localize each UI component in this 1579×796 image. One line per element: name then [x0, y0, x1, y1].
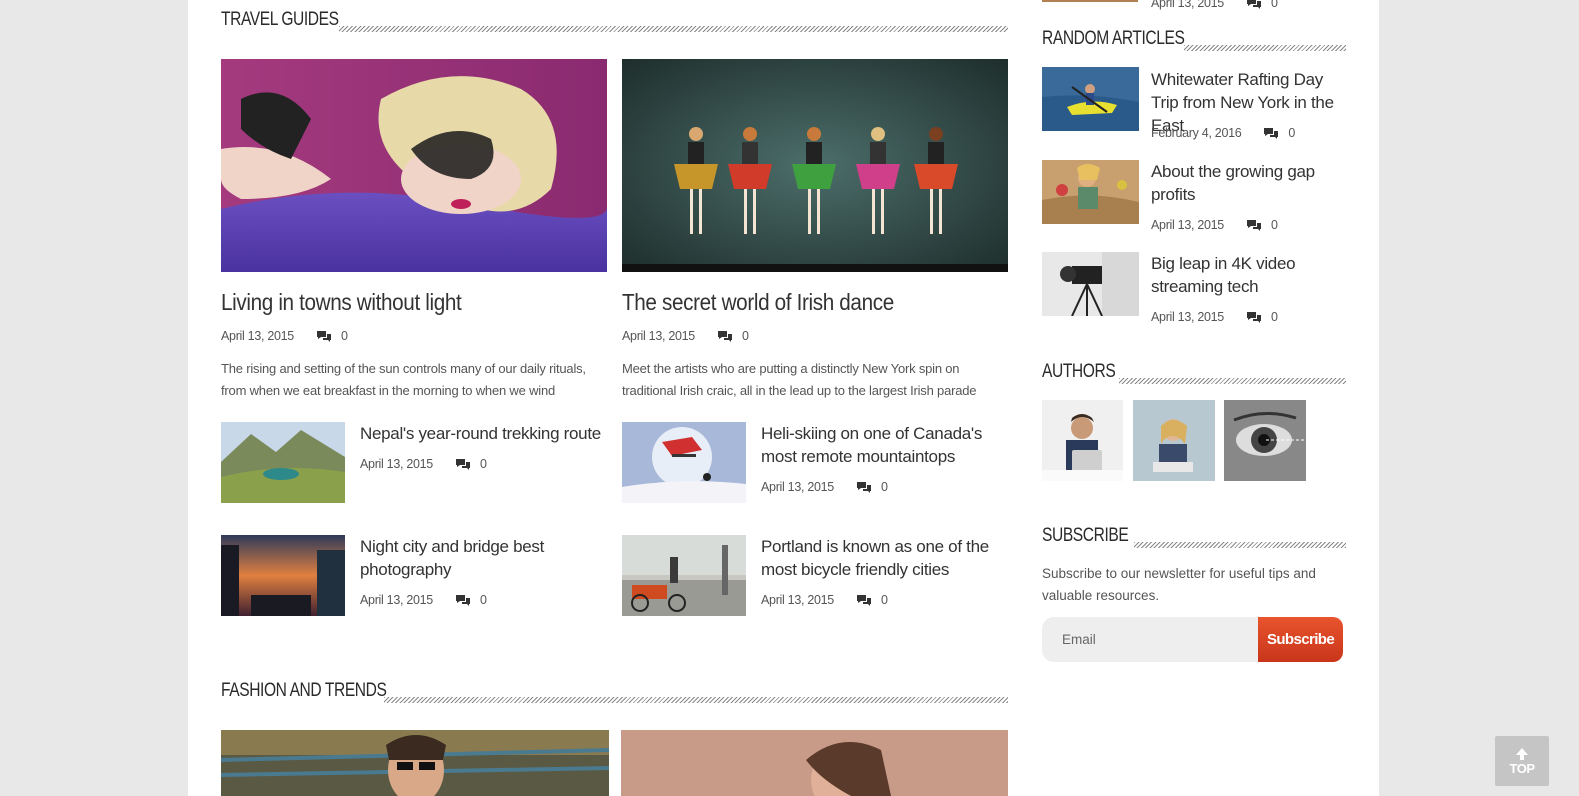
top-partial-meta: April 13, 2015 0 — [1151, 0, 1278, 10]
comments-icon — [1246, 220, 1261, 231]
featured-excerpt: Meet the artists who are putting a disti… — [622, 358, 1022, 402]
back-to-top-button[interactable]: TOP — [1495, 736, 1549, 786]
post-date: April 13, 2015 — [761, 480, 834, 494]
author-avatar[interactable] — [1042, 400, 1123, 481]
thumb-portland-bicycle[interactable] — [622, 535, 746, 616]
comment-count[interactable]: 0 — [341, 329, 348, 343]
featured-image-masked-woman[interactable] — [221, 59, 607, 272]
post-date: April 13, 2015 — [221, 329, 294, 343]
subscribe-button[interactable]: Subscribe — [1258, 617, 1343, 662]
comments-icon — [856, 595, 871, 606]
thumb-nepal-trek[interactable] — [221, 422, 345, 503]
featured-title[interactable]: Living in towns without light — [221, 289, 462, 316]
heading-divider — [1134, 542, 1346, 548]
featured-meta: April 13, 2015 0 — [622, 329, 749, 343]
comments-icon — [856, 482, 871, 493]
post-date: April 13, 2015 — [360, 457, 433, 471]
section-heading-subscribe: SUBSCRIBE — [1042, 521, 1346, 551]
comments-icon — [1246, 0, 1261, 9]
section-title: TRAVEL GUIDES — [221, 9, 339, 30]
comment-count[interactable]: 0 — [742, 329, 749, 343]
comment-count[interactable]: 0 — [881, 480, 888, 494]
author-avatar[interactable] — [1133, 400, 1215, 481]
top-partial-thumb[interactable] — [1042, 0, 1138, 2]
arrow-up-icon — [1516, 747, 1528, 760]
author-avatar[interactable] — [1224, 400, 1306, 481]
heading-divider — [1119, 378, 1346, 384]
thumb-heli-skiing[interactable] — [622, 422, 746, 503]
excerpt-line: from when we eat breakfast in the mornin… — [221, 383, 556, 398]
post-date: February 4, 2016 — [1151, 126, 1242, 140]
random-article-meta: April 13, 2015 0 — [1151, 218, 1278, 232]
heading-divider — [339, 26, 1008, 32]
post-meta: April 13, 2015 0 — [360, 457, 487, 471]
post-date: April 13, 2015 — [360, 593, 433, 607]
comment-count[interactable]: 0 — [1271, 218, 1278, 232]
comment-count[interactable]: 0 — [480, 457, 487, 471]
post-meta: April 13, 2015 0 — [360, 593, 487, 607]
post-meta: April 13, 2015 0 — [761, 593, 888, 607]
comment-count[interactable]: 0 — [1288, 126, 1295, 140]
thumb-4k-camera[interactable] — [1042, 252, 1139, 316]
post-date: April 13, 2015 — [1151, 218, 1224, 232]
comment-count[interactable]: 0 — [1271, 310, 1278, 324]
comment-count[interactable]: 0 — [881, 593, 888, 607]
comments-icon — [717, 331, 732, 342]
post-meta: April 13, 2015 0 — [761, 480, 888, 494]
section-heading-authors: AUTHORS — [1042, 357, 1346, 387]
back-to-top-label: TOP — [1509, 760, 1536, 776]
post-title[interactable]: Portland is known as one of the most bic… — [761, 535, 1006, 581]
post-date: April 13, 2015 — [1151, 0, 1224, 10]
section-title: FASHION AND TRENDS — [221, 680, 387, 701]
random-article-title[interactable]: About the growing gap profits — [1151, 160, 1351, 206]
random-article-title[interactable]: Big leap in 4K video streaming tech — [1151, 252, 1351, 298]
heading-divider — [384, 697, 1008, 703]
comment-count[interactable]: 0 — [480, 593, 487, 607]
heading-divider — [1184, 45, 1346, 51]
section-title: SUBSCRIBE — [1042, 525, 1129, 546]
random-article-meta: April 13, 2015 0 — [1151, 310, 1278, 324]
section-heading-travel-guides: TRAVEL GUIDES — [221, 5, 1008, 35]
content-page: April 13, 2015 0 TRAVEL GUIDES Living in… — [188, 0, 1379, 796]
comments-icon — [1246, 312, 1261, 323]
post-title[interactable]: Heli-skiing on one of Canada's most remo… — [761, 422, 1016, 468]
random-article-meta: February 4, 2016 0 — [1151, 126, 1295, 140]
excerpt-line: Meet the artists who are putting a disti… — [622, 361, 960, 376]
post-title[interactable]: Nepal's year-round trekking route — [360, 422, 610, 445]
comments-icon — [1264, 128, 1279, 139]
section-title: RANDOM ARTICLES — [1042, 28, 1185, 49]
post-date: April 13, 2015 — [622, 329, 695, 343]
featured-title[interactable]: The secret world of Irish dance — [622, 289, 894, 316]
section-title: AUTHORS — [1042, 361, 1116, 382]
featured-excerpt: The rising and setting of the sun contro… — [221, 358, 621, 402]
excerpt-line: The rising and setting of the sun contro… — [221, 361, 586, 376]
thumb-rafting[interactable] — [1042, 67, 1139, 131]
thumb-growing-gap[interactable] — [1042, 160, 1139, 224]
comments-icon — [316, 331, 331, 342]
post-date: April 13, 2015 — [761, 593, 834, 607]
comments-icon — [455, 459, 470, 470]
comment-count: 0 — [1270, 0, 1278, 10]
section-heading-fashion-and-trends: FASHION AND TRENDS — [221, 676, 1008, 706]
subscribe-description: Subscribe to our newsletter for useful t… — [1042, 566, 1316, 603]
comments-icon — [455, 595, 470, 606]
thumb-night-city[interactable] — [221, 535, 345, 616]
fashion-image-woman[interactable] — [621, 730, 1008, 796]
section-heading-random-articles: RANDOM ARTICLES — [1042, 24, 1346, 54]
fashion-image-man-sunglasses[interactable] — [221, 730, 609, 796]
excerpt-line: traditional Irish craic, all in the lead… — [622, 383, 977, 398]
email-input[interactable] — [1042, 617, 1262, 662]
post-date: April 13, 2015 — [1151, 310, 1224, 324]
featured-image-irish-dancers[interactable] — [622, 59, 1008, 272]
post-title[interactable]: Night city and bridge best photography — [360, 535, 590, 581]
featured-meta: April 13, 2015 0 — [221, 329, 348, 343]
